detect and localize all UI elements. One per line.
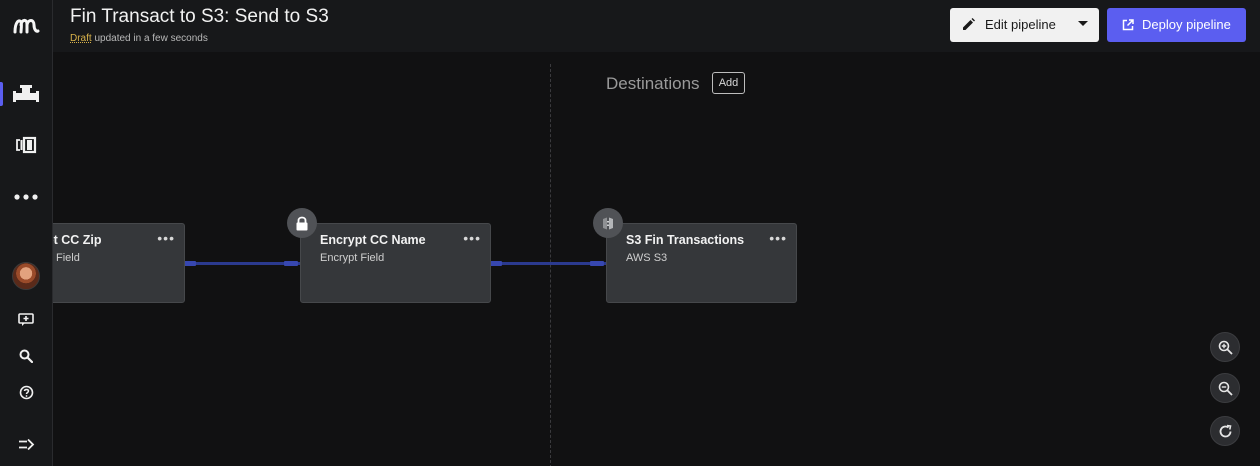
reset-view-button[interactable] xyxy=(1210,416,1240,446)
node-subtitle: Field xyxy=(56,252,80,264)
logo-icon[interactable] xyxy=(0,8,52,42)
pipeline-node[interactable]: pt CC Zip Field ••• xyxy=(53,223,185,303)
destinations-divider xyxy=(550,64,551,466)
edit-pipeline-button[interactable]: Edit pipeline xyxy=(950,8,1099,42)
avatar[interactable] xyxy=(12,262,40,290)
deploy-pipeline-label: Deploy pipeline xyxy=(1142,17,1231,32)
add-destination-button[interactable]: Add xyxy=(712,72,745,94)
top-bar: Fin Transact to S3: Send to S3 Draft upd… xyxy=(53,0,1260,52)
draft-badge[interactable]: Draft xyxy=(70,33,92,44)
library-icon xyxy=(16,136,37,154)
page-status: Draft updated in a few seconds xyxy=(70,33,208,44)
zoom-in-icon xyxy=(1218,340,1233,355)
more-icon xyxy=(14,194,38,200)
edit-pipeline-label: Edit pipeline xyxy=(985,17,1056,32)
page-title: Fin Transact to S3: Send to S3 xyxy=(70,6,329,27)
sidebar-item-search[interactable] xyxy=(0,347,52,365)
zoom-in-button[interactable] xyxy=(1210,332,1240,362)
feedback-icon xyxy=(18,313,34,326)
pipeline-canvas[interactable]: Destinations Add pt CC Zip Field ••• Enc… xyxy=(53,52,1260,466)
pipeline-node[interactable]: S3 Fin Transactions AWS S3 ••• xyxy=(606,223,797,303)
aws-s3-icon xyxy=(593,208,623,238)
node-title: S3 Fin Transactions xyxy=(626,233,745,247)
deploy-pipeline-button[interactable]: Deploy pipeline xyxy=(1107,8,1246,42)
edge-port xyxy=(590,261,604,266)
zoom-out-icon xyxy=(1218,381,1233,396)
chevron-down-icon[interactable] xyxy=(1078,21,1088,26)
sidebar-item-more[interactable] xyxy=(0,188,52,206)
sidebar-item-library[interactable] xyxy=(0,134,52,156)
edge-connector xyxy=(488,261,608,266)
zoom-out-button[interactable] xyxy=(1210,373,1240,403)
node-title: Encrypt CC Name xyxy=(320,233,426,247)
pipeline-node[interactable]: Encrypt CC Name Encrypt Field ••• xyxy=(300,223,491,303)
node-title: pt CC Zip xyxy=(53,233,102,247)
lock-icon xyxy=(287,208,317,238)
edge-connector xyxy=(182,261,302,266)
sidebar-item-expand[interactable] xyxy=(0,435,52,453)
sidebar-item-help[interactable] xyxy=(0,383,52,401)
sidebar xyxy=(0,0,53,466)
external-link-icon xyxy=(1122,19,1134,31)
node-subtitle: AWS S3 xyxy=(626,252,668,264)
pipeline-icon xyxy=(13,85,39,102)
node-menu-icon[interactable]: ••• xyxy=(157,230,175,246)
sidebar-item-feedback[interactable] xyxy=(0,311,52,329)
destinations-heading: Destinations xyxy=(606,74,700,93)
reset-icon xyxy=(1219,424,1231,437)
help-icon xyxy=(19,385,33,399)
node-subtitle: Encrypt Field xyxy=(320,252,385,264)
node-menu-icon[interactable]: ••• xyxy=(769,230,787,246)
edge-port xyxy=(284,261,298,266)
expand-icon xyxy=(18,438,34,450)
status-text: updated in a few seconds xyxy=(94,33,208,44)
pencil-icon xyxy=(963,18,975,30)
search-icon xyxy=(19,349,33,363)
node-menu-icon[interactable]: ••• xyxy=(463,230,481,246)
sidebar-item-pipelines[interactable] xyxy=(0,82,52,106)
